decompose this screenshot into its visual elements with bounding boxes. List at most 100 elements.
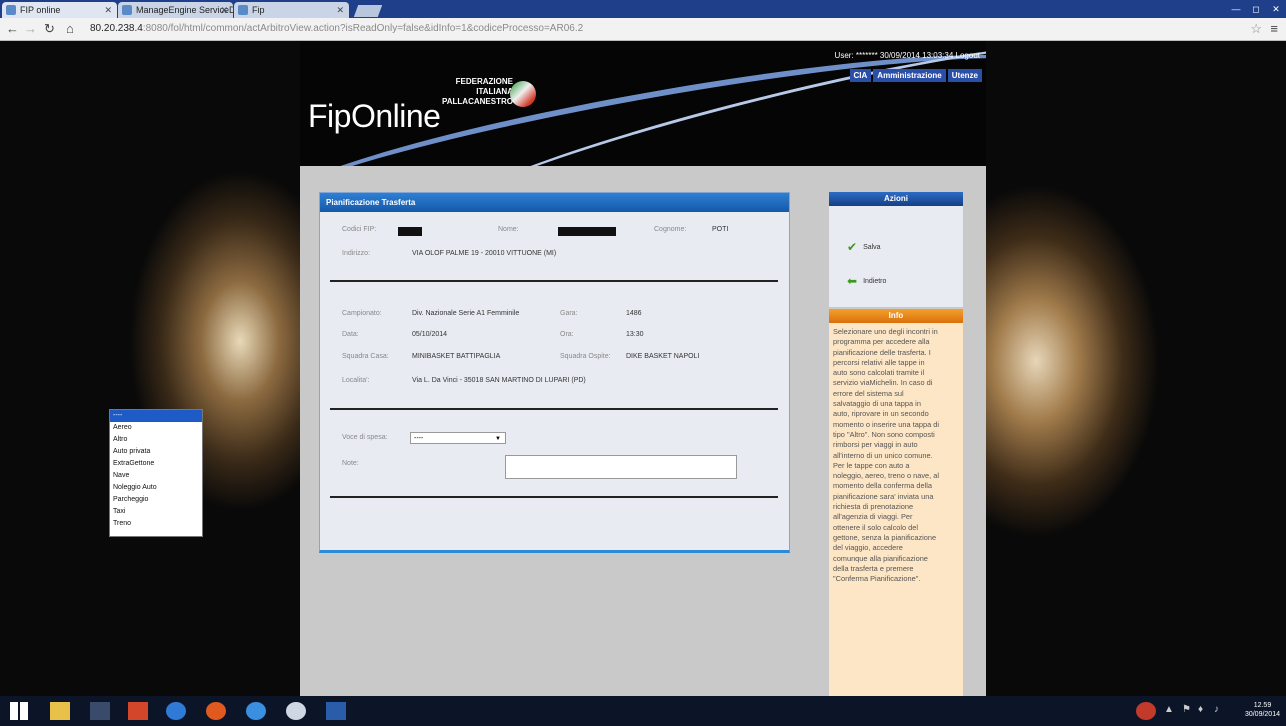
option-item[interactable]: Taxi (110, 506, 202, 518)
page-background: FipOnline FEDERAZIONE ITALIANA PALLACANE… (0, 41, 1286, 696)
address-bar: ← → ↻ ⌂ 80.20.238.4:8080/fol/html/common… (0, 18, 1286, 41)
basketball-logo-icon (510, 81, 536, 107)
campionato-label: Campionato: (342, 310, 382, 317)
url-path: :8080/fol/html/common/actArbitroView.act… (142, 23, 584, 34)
close-window-icon[interactable]: ✕ (1266, 0, 1286, 18)
forward-icon[interactable]: → (24, 21, 37, 37)
squadra-ospite-label: Squadra Ospite: (560, 353, 611, 360)
window-controls: — ◻ ✕ (1226, 0, 1286, 18)
info-text: Selezionare uno degli incontri in progra… (833, 327, 940, 584)
campionato-value: Div. Nazionale Serie A1 Femminile (412, 310, 520, 317)
option-item[interactable]: Noleggio Auto (110, 482, 202, 494)
word-icon[interactable] (326, 702, 346, 720)
clock[interactable]: 12.59 30/09/2014 (1245, 701, 1280, 719)
nav-cia[interactable]: CIA (849, 69, 872, 82)
tab-fip[interactable]: Fip ✕ (234, 2, 349, 18)
option-item[interactable]: Parcheggio (110, 494, 202, 506)
volume-icon[interactable]: ♪ (1214, 704, 1219, 715)
localita-label: Localita': (342, 377, 370, 384)
site-header: FipOnline FEDERAZIONE ITALIANA PALLACANE… (300, 41, 986, 166)
page-content: FipOnline FEDERAZIONE ITALIANA PALLACANE… (300, 41, 986, 696)
clock-date: 30/09/2014 (1244, 711, 1280, 718)
close-tab-icon[interactable]: ✕ (336, 2, 344, 18)
ora-value: 13:30 (626, 331, 644, 338)
new-tab-button[interactable] (353, 5, 383, 17)
squadra-casa-value: MINIBASKET BATTIPAGLIA (412, 353, 501, 360)
indietro-button[interactable]: ⬅ Indietro (847, 274, 886, 288)
close-tab-icon[interactable]: ✕ (104, 2, 112, 18)
gara-label: Gara: (560, 310, 578, 317)
tab-label: FIP online (20, 5, 61, 15)
network-icon[interactable]: ♦ (1198, 704, 1203, 715)
minimize-icon[interactable]: — (1226, 0, 1246, 18)
option-item[interactable]: Nave (110, 470, 202, 482)
chrome-icon[interactable] (166, 702, 186, 720)
option-item[interactable]: Treno (110, 518, 202, 530)
indirizzo-label: Indirizzo: (342, 250, 371, 257)
option-item[interactable]: Altro (110, 434, 202, 446)
nome-label: Nome: (498, 226, 519, 233)
cognome-value: POTI (712, 226, 729, 233)
voce-spesa-label: Voce di spesa: (342, 434, 388, 441)
top-nav: CIA Amministrazione Utenze (849, 69, 982, 82)
squadra-casa-label: Squadra Casa: (342, 353, 389, 360)
indietro-label: Indietro (863, 277, 887, 285)
salva-button[interactable]: ✔ Salva (847, 240, 881, 254)
maximize-icon[interactable]: ◻ (1246, 0, 1266, 18)
nav-amministrazione[interactable]: Amministrazione (873, 69, 946, 82)
dropdown-arrow-icon: ▼ (495, 436, 501, 442)
bookmark-star-icon[interactable]: ☆ (1250, 21, 1262, 37)
info-panel: Info Selezionare uno degli incontri in p… (829, 309, 963, 696)
note-label: Note: (342, 460, 359, 467)
note-textarea[interactable] (505, 455, 737, 479)
url-field[interactable]: 80.20.238.4:8080/fol/html/common/actArbi… (90, 21, 1250, 37)
firefox-icon[interactable] (206, 702, 226, 720)
file-explorer-icon[interactable] (50, 702, 70, 720)
tab-favicon-icon (122, 5, 132, 15)
tab-manageengine[interactable]: ManageEngine ServiceDe ✕ (118, 2, 233, 18)
flag-icon[interactable]: ⚑ (1182, 704, 1191, 715)
option-item[interactable]: ---- (110, 410, 202, 422)
federation-label: FEDERAZIONE ITALIANA PALLACANESTRO (442, 77, 513, 107)
url-host: 80.20.238.4 (90, 23, 143, 34)
app-icon[interactable] (286, 702, 306, 720)
divider (330, 408, 778, 410)
tab-label: ManageEngine ServiceDe (136, 5, 233, 15)
menu-icon[interactable]: ≡ (1270, 21, 1278, 36)
option-item[interactable]: Aereo (110, 422, 202, 434)
azioni-panel: Azioni ✔ Salva ⬅ Indietro (829, 192, 963, 307)
user-tray-icon[interactable] (1136, 702, 1156, 720)
reload-icon[interactable]: ↻ (44, 21, 55, 37)
tab-fip-online[interactable]: FIP online ✕ (2, 2, 117, 18)
redacted-codici (398, 227, 422, 236)
tray-arrow-icon[interactable]: ▲ (1164, 704, 1174, 715)
user-line[interactable]: User: ******* 30/09/2014 13:03:34 Logout (835, 51, 980, 60)
squadra-ospite-value: DIKE BASKET NAPOLI (626, 353, 700, 360)
back-arrow-icon: ⬅ (847, 274, 858, 288)
trasferta-panel: Pianificazione Trasferta Codici FIP: Nom… (319, 192, 790, 553)
app-icon[interactable] (128, 702, 148, 720)
redacted-nome (558, 227, 616, 236)
option-item[interactable]: ExtraGettone (110, 458, 202, 470)
voce-spesa-options: ---- Aereo Altro Auto privata ExtraGetto… (109, 409, 203, 537)
nav-utenze[interactable]: Utenze (947, 69, 982, 82)
internet-explorer-icon[interactable] (246, 702, 266, 720)
tab-favicon-icon (238, 5, 248, 15)
divider (330, 280, 778, 282)
option-item[interactable]: Auto privata (110, 446, 202, 458)
app-icon[interactable] (90, 702, 110, 720)
cognome-label: Cognome: (654, 226, 687, 233)
checkmark-icon: ✔ (847, 240, 858, 254)
windows-start-icon[interactable] (10, 702, 28, 720)
select-value: ---- (414, 435, 424, 442)
salva-label: Salva (863, 243, 881, 251)
back-icon[interactable]: ← (6, 21, 19, 37)
federation-line: ITALIANA (476, 87, 513, 96)
tab-label: Fip (252, 5, 265, 15)
home-icon[interactable]: ⌂ (66, 21, 74, 37)
clock-time: 12.59 (1253, 702, 1272, 709)
close-tab-icon[interactable]: ✕ (220, 2, 228, 18)
voce-spesa-select[interactable]: ---- ▼ (410, 432, 506, 444)
data-label: Data: (342, 331, 359, 338)
panel-title: Pianificazione Trasferta (320, 193, 789, 212)
